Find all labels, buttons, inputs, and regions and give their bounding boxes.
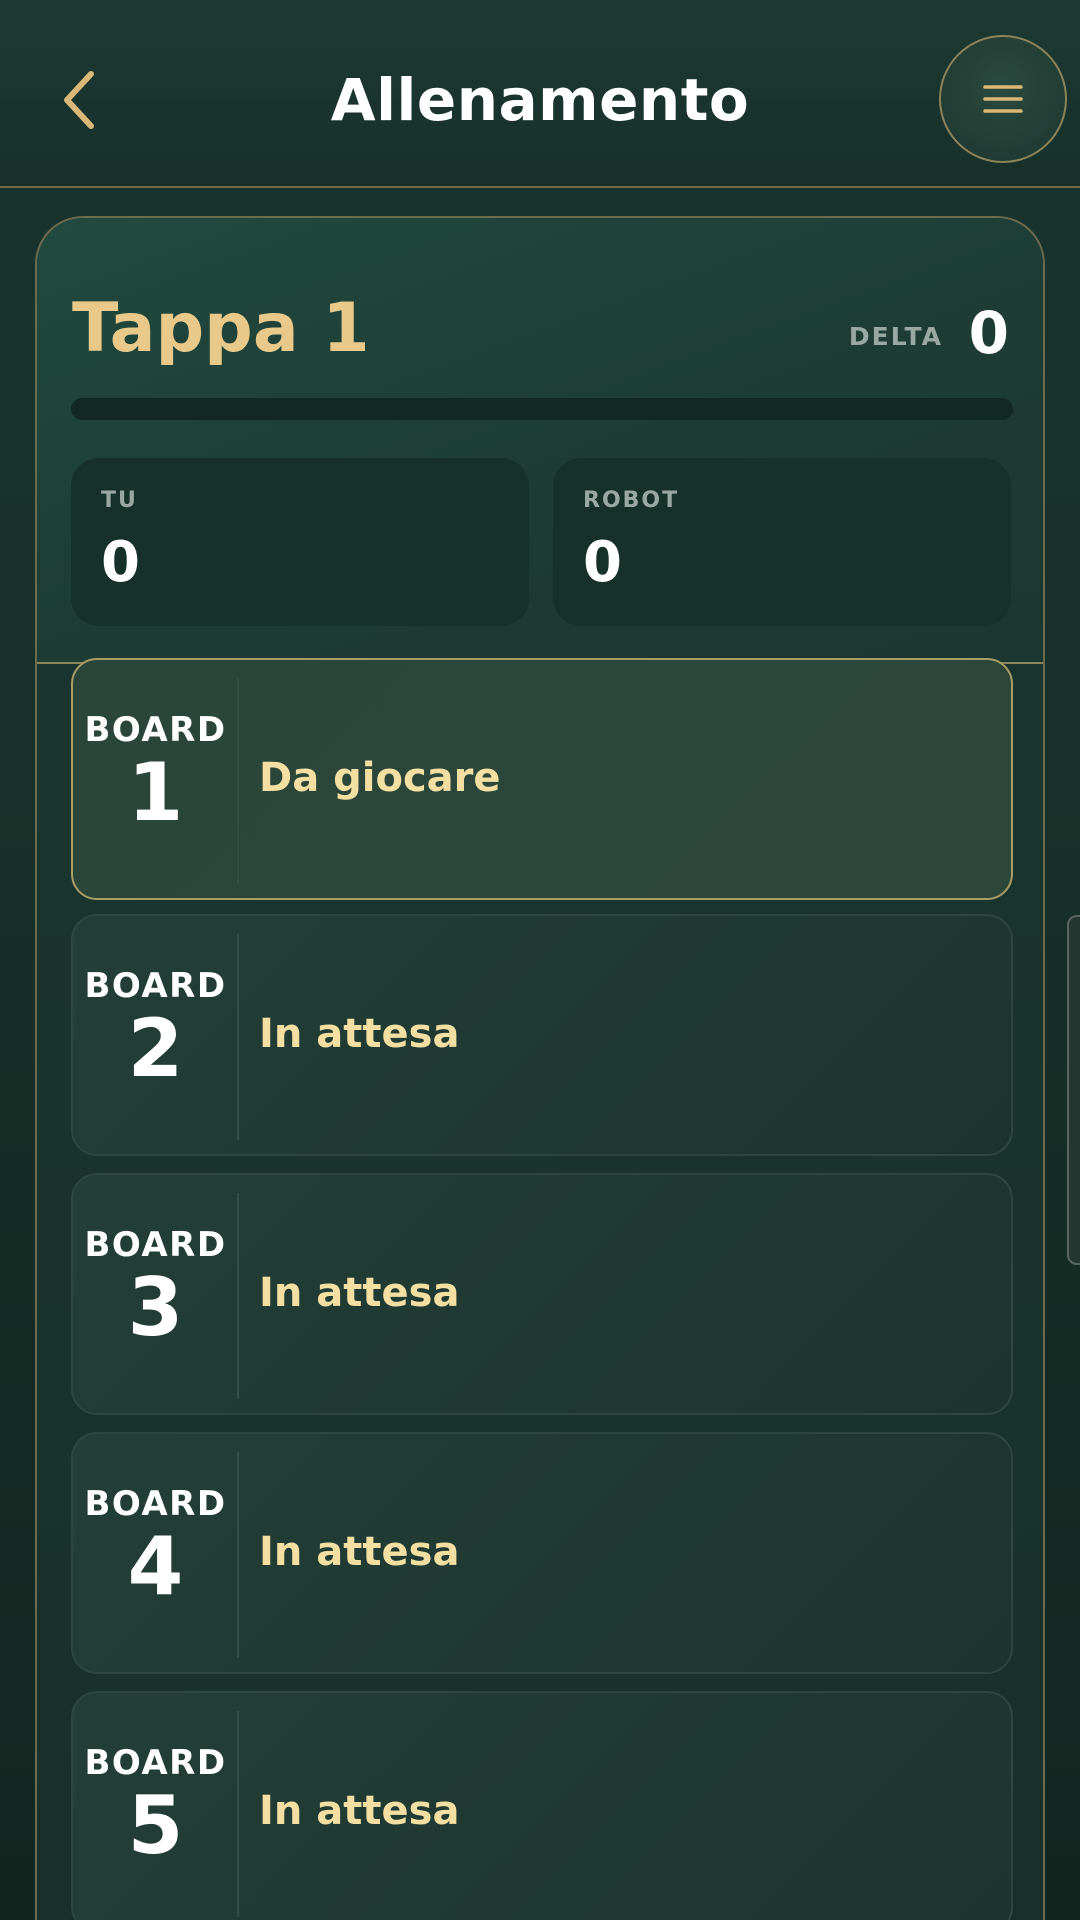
stage-title: Tappa 1 — [72, 289, 370, 368]
stage-progress-bar — [71, 398, 1013, 420]
board-number: 2 — [127, 1002, 184, 1095]
board-number-column: BOARD 3 — [73, 1175, 238, 1413]
robot-score-box: ROBOT 0 — [553, 458, 1011, 626]
player-score-box: TU 0 — [71, 458, 529, 626]
board-card-4[interactable]: BOARD 4 In attesa — [71, 1432, 1013, 1674]
delta-value: 0 — [968, 299, 1009, 367]
board-divider — [237, 1452, 239, 1658]
board-card-3[interactable]: BOARD 3 In attesa — [71, 1173, 1013, 1415]
board-word: BOARD — [84, 1225, 227, 1265]
board-status: In attesa — [259, 1270, 460, 1316]
app-header: Allenamento — [0, 0, 1080, 188]
board-divider — [237, 1711, 239, 1917]
training-screen: Allenamento Tappa 1 DELTA 0 TU 0 ROBOT 0 — [0, 0, 1080, 1920]
board-status: In attesa — [259, 1788, 460, 1834]
scrollbar-thumb[interactable] — [1067, 915, 1080, 1265]
board-divider — [237, 678, 239, 884]
stage-card: Tappa 1 DELTA 0 TU 0 ROBOT 0 BOARD 1 Da … — [35, 216, 1045, 1920]
page-title: Allenamento — [330, 66, 750, 134]
board-status: Da giocare — [259, 755, 501, 801]
board-card-2[interactable]: BOARD 2 In attesa — [71, 914, 1013, 1156]
robot-score-label: ROBOT — [583, 488, 680, 513]
board-number: 3 — [127, 1261, 184, 1354]
board-number-column: BOARD 2 — [73, 916, 238, 1154]
board-word: BOARD — [84, 1484, 227, 1524]
hamburger-menu-icon — [983, 85, 1023, 113]
board-word: BOARD — [84, 966, 227, 1006]
player-score-value: 0 — [101, 530, 140, 595]
board-card-5[interactable]: BOARD 5 In attesa — [71, 1691, 1013, 1920]
board-number: 5 — [127, 1779, 184, 1872]
board-number-column: BOARD 5 — [73, 1693, 238, 1920]
robot-score-value: 0 — [583, 530, 622, 595]
board-divider — [237, 1193, 239, 1399]
board-number-column: BOARD 1 — [73, 660, 238, 898]
board-number: 4 — [127, 1520, 184, 1613]
board-number-column: BOARD 4 — [73, 1434, 238, 1672]
board-status: In attesa — [259, 1011, 460, 1057]
delta-label: DELTA — [848, 322, 943, 351]
board-status: In attesa — [259, 1529, 460, 1575]
board-word: BOARD — [84, 710, 227, 750]
board-divider — [237, 934, 239, 1140]
menu-button[interactable] — [939, 35, 1067, 163]
stage-header: Tappa 1 DELTA 0 TU 0 ROBOT 0 — [37, 218, 1043, 664]
board-card-1[interactable]: BOARD 1 Da giocare — [71, 658, 1013, 900]
board-number: 1 — [127, 746, 184, 839]
player-score-label: TU — [101, 488, 138, 513]
board-word: BOARD — [84, 1743, 227, 1783]
